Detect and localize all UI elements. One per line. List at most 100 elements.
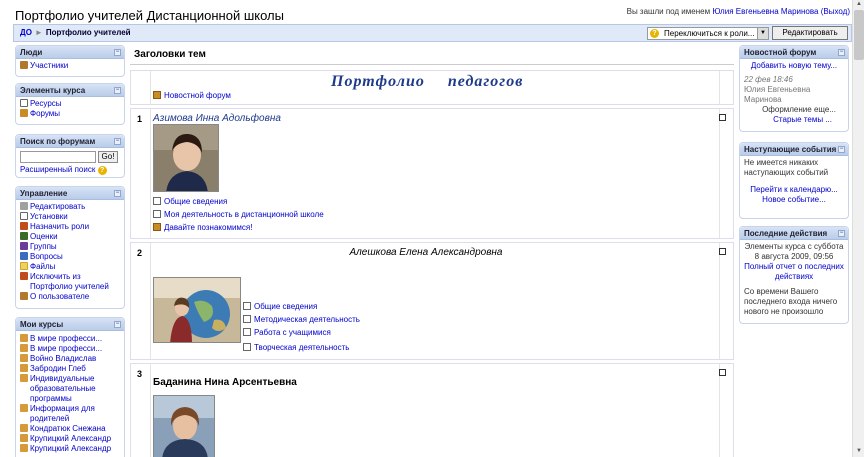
block-title: Поиск по форумам − xyxy=(16,135,124,148)
highlight-checkbox[interactable] xyxy=(719,114,726,121)
section-2: 2 Алешкова Елена Александровна Общие све… xyxy=(130,242,734,360)
course-label: Информация для родителей xyxy=(30,404,95,423)
section-right-gutter xyxy=(719,109,733,238)
collapse-icon[interactable]: − xyxy=(838,146,845,153)
collapse-icon[interactable]: − xyxy=(838,230,845,237)
course-icon xyxy=(20,364,28,372)
help-icon[interactable]: ? xyxy=(97,166,107,175)
navbar: ДО ► Портфолио учителей ? Переключиться к … xyxy=(13,24,852,42)
section-right-gutter xyxy=(719,71,733,104)
collapse-icon[interactable]: − xyxy=(114,190,121,197)
teacher-name: Баданина Нина Арсентьевна xyxy=(153,377,297,388)
admin-unenrol-link[interactable]: Исключить из Портфолио учителей xyxy=(20,272,120,292)
course-link[interactable]: Войно Владислав xyxy=(20,354,120,364)
collapse-icon[interactable]: − xyxy=(114,87,121,94)
participants-link[interactable]: Участники xyxy=(20,61,120,71)
block-upcoming-events: Наступающие события − Не имеется никаких … xyxy=(739,142,849,219)
block-title: Новостной форум − xyxy=(740,46,848,59)
admin-questions-link[interactable]: Вопросы xyxy=(20,252,120,262)
course-label: Крупицкий Александр xyxy=(30,444,112,453)
section-link[interactable]: Творческая деятельность xyxy=(243,343,349,352)
portfolio-title: Портфолио педагогов xyxy=(331,73,524,90)
edit-button[interactable]: Редактировать xyxy=(772,26,848,40)
section-link-label: Давайте познакомимся! xyxy=(164,223,253,232)
collapse-icon[interactable]: − xyxy=(114,321,121,328)
settings-icon xyxy=(20,212,28,220)
unenrol-icon xyxy=(20,272,28,280)
course-icon xyxy=(20,344,28,352)
block-title-text: Элементы курса xyxy=(20,86,86,95)
admin-settings-link[interactable]: Установки xyxy=(20,212,120,222)
teacher-name: Азимова Инна Адольфовна xyxy=(153,113,281,124)
news-forum-link[interactable]: Новостной форум xyxy=(153,91,231,100)
course-link[interactable]: В мире професси... xyxy=(20,344,120,354)
document-icon xyxy=(243,302,251,310)
course-link[interactable]: Забродин Глеб xyxy=(20,364,120,374)
user-name-link[interactable]: Юлия Евгеньевна Маринова xyxy=(712,7,818,16)
course-link[interactable]: Кондратюк Снежана xyxy=(20,424,120,434)
questions-icon xyxy=(20,252,28,260)
section-link[interactable]: Давайте познакомимся! xyxy=(153,223,252,232)
new-event-link[interactable]: Новое событие... xyxy=(744,195,844,205)
main-content: Заголовки тем xyxy=(130,45,734,65)
highlight-checkbox[interactable] xyxy=(719,369,726,376)
advanced-search-label: Расширенный поиск xyxy=(20,165,96,174)
page-scrollbar[interactable]: ▲ ▼ xyxy=(852,0,864,457)
course-icon xyxy=(20,404,28,412)
block-recent-activity: Последние действия − Элементы курса с суб… xyxy=(739,226,849,324)
admin-assign-roles-link[interactable]: Назначить роли xyxy=(20,222,120,232)
course-label: Забродин Глеб xyxy=(30,364,86,373)
admin-item-label: Установки xyxy=(30,212,68,221)
section-link[interactable]: Моя деятельность в дистанционной школе xyxy=(153,210,324,219)
post-author: Юлия Евгеньевна Маринова xyxy=(744,85,811,104)
switch-role-value: Переключиться к роли... xyxy=(664,29,755,38)
section-link[interactable]: Общие сведения xyxy=(243,302,317,311)
course-icon xyxy=(20,354,28,362)
section-link[interactable]: Общие сведения xyxy=(153,197,227,206)
admin-profile-link[interactable]: О пользователе xyxy=(20,292,120,302)
course-link[interactable]: Информация для родителей xyxy=(20,404,120,424)
section-link[interactable]: Работа с учащимися xyxy=(243,328,331,337)
resources-link[interactable]: Ресурсы xyxy=(20,99,120,109)
block-forum-search: Поиск по форумам − Go! Расширенный поиск … xyxy=(15,134,125,178)
admin-edit-link[interactable]: Редактировать xyxy=(20,202,120,212)
logout-link[interactable]: (Выход) xyxy=(821,7,850,16)
help-icon[interactable]: ? xyxy=(650,29,659,38)
forum-search-input[interactable] xyxy=(20,151,96,163)
scroll-up-icon[interactable]: ▲ xyxy=(855,1,863,9)
course-label: Кондратюк Снежана xyxy=(30,424,106,433)
calendar-link[interactable]: Перейти к календарю... xyxy=(744,185,844,195)
admin-grades-link[interactable]: Оценки xyxy=(20,232,120,242)
section-link-label: Моя деятельность в дистанционной школе xyxy=(164,210,324,219)
older-topics-link[interactable]: Старые темы ... xyxy=(744,115,844,125)
section-link-label: Общие сведения xyxy=(164,197,228,206)
collapse-icon[interactable]: − xyxy=(114,138,121,145)
admin-files-link[interactable]: Файлы xyxy=(20,262,120,272)
section-link-label: Общие сведения xyxy=(254,302,318,311)
admin-item-label: Редактировать xyxy=(30,202,86,211)
add-topic-link[interactable]: Добавить новую тему... xyxy=(744,61,844,71)
search-go-button[interactable]: Go! xyxy=(98,151,118,163)
section-link[interactable]: Методическая деятельность xyxy=(243,315,360,324)
switch-role-select[interactable]: ? Переключиться к роли... ▼ xyxy=(647,27,769,40)
collapse-icon[interactable]: − xyxy=(114,49,121,56)
forums-link[interactable]: Форумы xyxy=(20,109,120,119)
course-link[interactable]: Крупицкий Александр xyxy=(20,434,120,444)
scroll-down-icon[interactable]: ▼ xyxy=(855,448,863,456)
forums-label: Форумы xyxy=(30,109,61,118)
course-link[interactable]: Индивидуальные образовательные программы xyxy=(20,374,120,404)
block-title-text: Наступающие события xyxy=(744,145,837,154)
block-title-text: Новостной форум xyxy=(744,48,817,57)
advanced-search-link[interactable]: Расширенный поиск ? xyxy=(20,165,120,175)
breadcrumb-home[interactable]: ДО xyxy=(20,28,32,37)
course-link[interactable]: В мире професси... xyxy=(20,334,120,344)
course-link[interactable]: Крупицкий Александр xyxy=(20,444,120,454)
collapse-icon[interactable]: − xyxy=(838,49,845,56)
teacher-photo xyxy=(153,395,215,457)
document-icon xyxy=(243,343,251,351)
admin-groups-link[interactable]: Группы xyxy=(20,242,120,252)
full-report-link[interactable]: Полный отчет о последних действиях xyxy=(744,262,844,282)
section-link-label: Работа с учащимися xyxy=(254,328,331,337)
scrollbar-thumb[interactable] xyxy=(854,10,864,60)
admin-item-label: Исключить из Портфолио учителей xyxy=(30,272,109,291)
